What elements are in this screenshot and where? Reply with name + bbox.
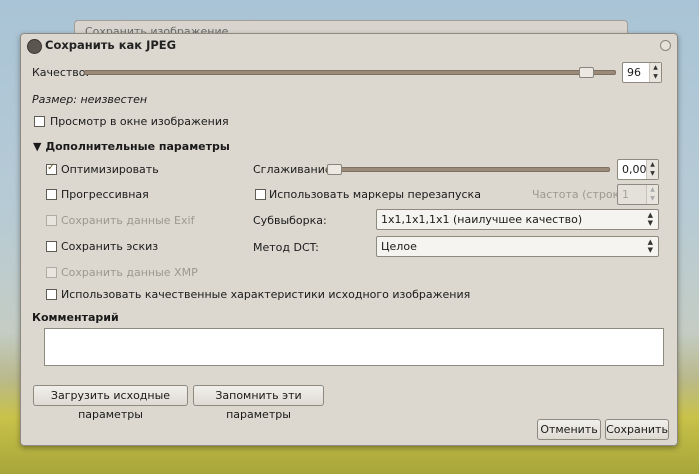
quality-label: Качество: [32, 66, 90, 79]
save-defaults-button[interactable]: Запомнить эти параметры [193, 385, 324, 421]
gimp-icon [27, 39, 42, 54]
dialog-titlebar[interactable]: Сохранить как JPEG [21, 34, 677, 56]
save-exif-label: Сохранить данные Exif [61, 214, 195, 227]
expander-triangle-icon: ▼ [33, 140, 42, 153]
quality-slider[interactable] [84, 70, 616, 75]
restart-markers-label: Использовать маркеры перезапуска [269, 188, 481, 201]
optimize-checkbox[interactable] [46, 162, 57, 175]
quality-spinbox[interactable]: 96 ▲ ▼ [622, 62, 662, 83]
advanced-expander[interactable]: ▼ Дополнительные параметры [33, 140, 230, 153]
preview-label: Просмотр в окне изображения [50, 115, 229, 128]
load-defaults-button[interactable]: Загрузить исходные параметры [33, 385, 188, 421]
cancel-button[interactable]: Отменить [537, 419, 601, 440]
use-quality-label: Использовать качественные характеристики… [61, 288, 471, 301]
quality-value: 96 [627, 66, 641, 79]
smoothing-label: Сглаживание: [253, 163, 336, 176]
close-icon[interactable] [660, 40, 671, 51]
progressive-checkbox[interactable] [46, 189, 57, 200]
frequency-spinbox[interactable]: 1 ▲ ▼ [617, 184, 659, 205]
subsampling-dropdown[interactable]: 1x1,1x1,1x1 (наилучшее качество) ▲ ▼ [376, 209, 659, 230]
advanced-header: Дополнительные параметры [45, 140, 230, 153]
dct-value: Целое [381, 240, 417, 253]
save-xmp-label: Сохранить данные XMP [61, 266, 198, 279]
smoothing-slider[interactable] [326, 167, 610, 172]
subsampling-value: 1x1,1x1,1x1 (наилучшее качество) [381, 213, 583, 226]
file-size-text: Размер: неизвестен [32, 93, 148, 106]
save-xmp-checkbox[interactable] [46, 267, 57, 278]
comment-textarea[interactable] [44, 328, 664, 366]
comment-label: Комментарий [32, 311, 119, 324]
dropdown-arrows-icon: ▲ ▼ [647, 211, 653, 227]
smoothing-slider-handle[interactable] [327, 164, 342, 175]
use-quality-checkbox[interactable] [46, 289, 57, 300]
dct-label: Метод DCT: [253, 241, 319, 254]
quality-slider-handle[interactable] [579, 67, 594, 78]
restart-markers-checkbox[interactable] [255, 189, 266, 200]
save-exif-checkbox[interactable] [46, 215, 57, 226]
smoothing-spinbox[interactable]: 0,00 ▲ ▼ [617, 159, 659, 180]
smoothing-value: 0,00 [622, 163, 647, 176]
frequency-value: 1 [622, 188, 629, 201]
save-thumbnail-checkbox[interactable] [46, 241, 57, 252]
spin-arrows-icon[interactable]: ▲ ▼ [646, 185, 658, 204]
save-jpeg-dialog: Сохранить как JPEG Качество: 96 ▲ ▼ Разме… [20, 33, 678, 446]
subsampling-label: Субвыборка: [253, 214, 327, 227]
dct-dropdown[interactable]: Целое ▲ ▼ [376, 236, 659, 257]
spin-arrows-icon[interactable]: ▲ ▼ [646, 160, 658, 179]
save-thumbnail-label: Сохранить эскиз [61, 240, 159, 253]
preview-checkbox[interactable] [34, 116, 45, 127]
optimize-label: Оптимизировать [61, 163, 159, 176]
dialog-title: Сохранить как JPEG [45, 38, 177, 52]
save-button[interactable]: Сохранить [605, 419, 669, 440]
spin-arrows-icon[interactable]: ▲ ▼ [649, 63, 661, 82]
dropdown-arrows-icon: ▲ ▼ [647, 238, 653, 254]
progressive-label: Прогрессивная [61, 188, 149, 201]
